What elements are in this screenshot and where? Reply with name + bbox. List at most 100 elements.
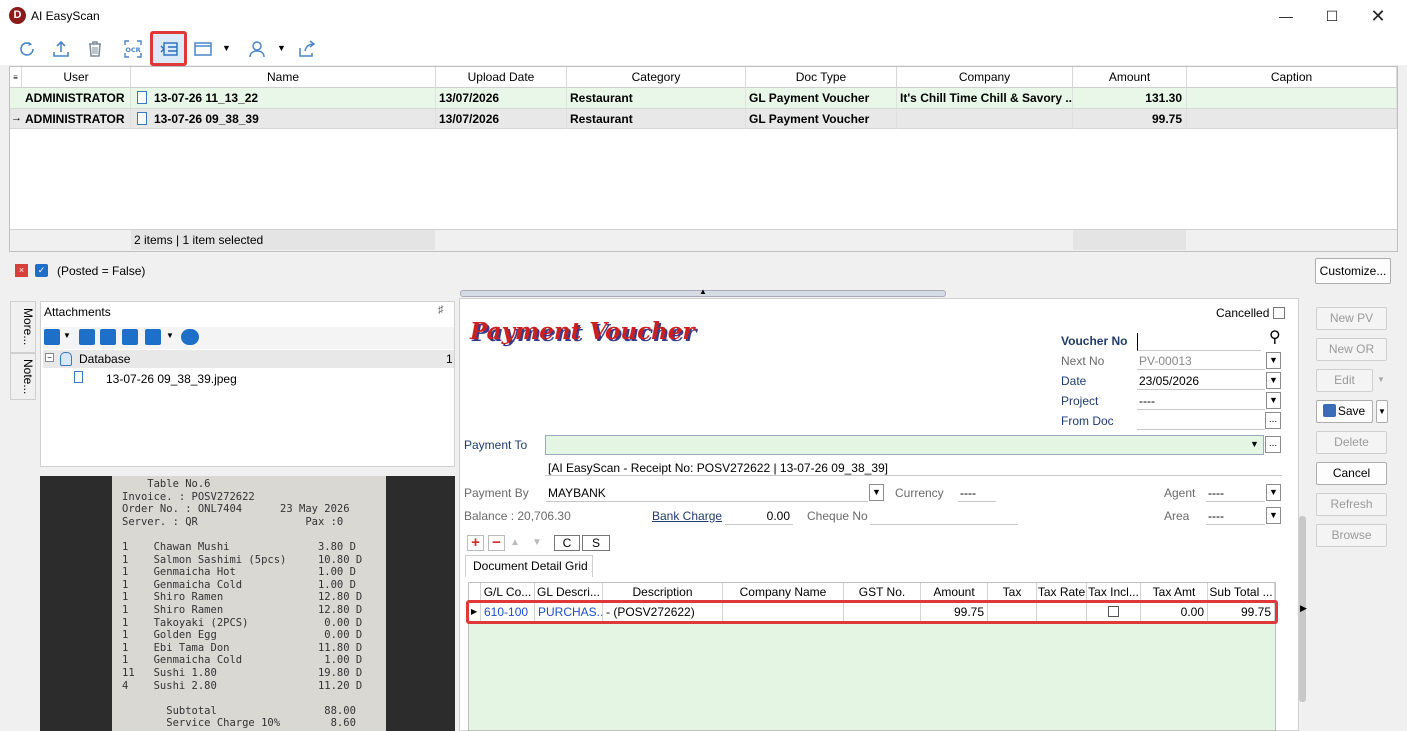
table-row[interactable]: ADMINISTRATOR 13-07-26 11_13_22 13/07/20…: [10, 88, 1397, 108]
next-no-dropdown-icon[interactable]: ▼: [1266, 352, 1281, 369]
description-field[interactable]: [AI EasyScan - Receipt No: POSV272622 | …: [545, 456, 1282, 476]
close-button[interactable]: ✕: [1355, 0, 1401, 32]
window-icon[interactable]: [190, 37, 216, 61]
tab-document-detail-grid[interactable]: Document Detail Grid: [465, 555, 593, 577]
agent-select[interactable]: ----: [1206, 484, 1265, 502]
user-dropdown-icon[interactable]: ▼: [277, 43, 286, 53]
search-icon[interactable]: ⚲: [1269, 327, 1281, 347]
col-upload-date[interactable]: Upload Date: [436, 67, 567, 88]
trash-icon[interactable]: [79, 329, 95, 345]
agent-label: Agent: [1164, 486, 1196, 500]
col-name[interactable]: Name: [131, 67, 436, 88]
payment-to-dropdown-icon[interactable]: ▼: [1250, 439, 1259, 449]
date-label: Date: [1061, 374, 1087, 388]
share-icon[interactable]: [294, 37, 320, 61]
voucher-no-input[interactable]: [1137, 333, 1261, 351]
new-pv-button[interactable]: New PV: [1316, 307, 1387, 330]
link-icon[interactable]: [44, 329, 60, 345]
col-doc-type[interactable]: Doc Type: [746, 67, 897, 88]
user-icon[interactable]: [244, 37, 270, 61]
col-company[interactable]: Company: [897, 67, 1073, 88]
agent-dropdown-icon[interactable]: ▼: [1266, 484, 1281, 501]
save-dropdown-button[interactable]: ▼: [1376, 400, 1388, 423]
attachment-file[interactable]: 13-07-26 09_38_39.jpeg: [106, 372, 237, 386]
amount-summary: [1073, 230, 1186, 250]
bank-charge-link[interactable]: Bank Charge: [652, 509, 722, 523]
grid-menu-icon[interactable]: ≡: [10, 67, 22, 88]
payment-by-select[interactable]: MAYBANK: [546, 484, 868, 502]
from-doc-input[interactable]: [1137, 412, 1265, 430]
upload-icon[interactable]: [48, 37, 74, 61]
col-caption[interactable]: Caption: [1187, 67, 1397, 88]
move-down-icon[interactable]: ▼: [532, 537, 542, 548]
col-user[interactable]: User: [22, 67, 131, 88]
view-icon[interactable]: [122, 329, 138, 345]
collapse-tree-icon[interactable]: −: [45, 353, 54, 362]
date-input[interactable]: 23/05/2026: [1137, 372, 1265, 390]
edit-dropdown-icon[interactable]: ▼: [1377, 375, 1385, 384]
payment-to-browse-button[interactable]: ...: [1265, 436, 1281, 453]
clear-filter-icon[interactable]: ×: [15, 264, 28, 277]
filter-enabled-checkbox[interactable]: ✓: [35, 264, 48, 277]
browse-button[interactable]: Browse: [1316, 524, 1387, 547]
cell-company: [897, 109, 1073, 129]
cell-doctype: GL Payment Voucher: [746, 109, 897, 129]
cell-category: Restaurant: [567, 88, 746, 108]
cheque-no-input[interactable]: [870, 507, 1018, 525]
window-dropdown-icon[interactable]: ▼: [222, 43, 231, 53]
attachments-panel: Attachments ♯ ▼ ▼ − Database 1 13-07-26 …: [40, 301, 455, 467]
remove-row-button[interactable]: −: [488, 535, 505, 551]
new-or-button[interactable]: New OR: [1316, 338, 1387, 361]
pin-icon[interactable]: ♯: [438, 304, 444, 316]
payment-to-input[interactable]: [545, 435, 1264, 455]
layout-toggle-button[interactable]: [150, 31, 187, 66]
maximize-button[interactable]: ☐: [1309, 0, 1355, 32]
receipt-text: Table No.6 Invoice. : POSV272622 Order N…: [112, 476, 386, 731]
cancelled-checkbox[interactable]: [1273, 307, 1285, 319]
tab-notes[interactable]: Note...: [10, 353, 36, 400]
s-button[interactable]: S: [582, 535, 610, 551]
row-indicator-icon: →: [11, 112, 22, 124]
payment-by-dropdown-icon[interactable]: ▼: [869, 484, 884, 501]
link-dropdown-icon[interactable]: ▼: [63, 331, 71, 340]
delete-button[interactable]: Delete: [1316, 431, 1387, 454]
window-title: AI EasyScan: [31, 9, 100, 23]
expand-right-icon[interactable]: ▶: [1300, 603, 1307, 614]
add-row-button[interactable]: +: [467, 535, 484, 551]
attachments-title: Attachments: [44, 305, 111, 319]
area-dropdown-icon[interactable]: ▼: [1266, 507, 1281, 524]
col-category[interactable]: Category: [567, 67, 746, 88]
project-label: Project: [1061, 394, 1099, 408]
refresh-icon[interactable]: [14, 37, 40, 61]
move-up-icon[interactable]: ▲: [510, 537, 520, 548]
table-row-selected[interactable]: → ADMINISTRATOR 13-07-26 09_38_39 13/07/…: [10, 108, 1397, 129]
project-dropdown-icon[interactable]: ▼: [1266, 392, 1281, 409]
project-select[interactable]: ----: [1137, 392, 1265, 410]
form-title: Payment Voucher: [470, 318, 695, 345]
ocr-icon[interactable]: OCR: [120, 37, 146, 61]
col-amount[interactable]: Amount: [1073, 67, 1187, 88]
save-icon[interactable]: [145, 329, 161, 345]
from-doc-browse-button[interactable]: ...: [1265, 412, 1281, 429]
area-select[interactable]: ----: [1206, 507, 1265, 525]
cancel-button[interactable]: Cancel: [1316, 462, 1387, 485]
edit-icon[interactable]: [100, 329, 116, 345]
delete-icon[interactable]: [82, 37, 108, 61]
save-dropdown-icon[interactable]: ▼: [166, 331, 174, 340]
title-bar: [0, 0, 1407, 32]
app-logo: D: [9, 7, 26, 24]
balance-text: Balance : 20,706.30: [464, 509, 571, 523]
file-icon: [74, 371, 83, 383]
bank-charge-input[interactable]: 0.00: [725, 507, 793, 525]
date-dropdown-icon[interactable]: ▼: [1266, 372, 1281, 389]
cell-user: ADMINISTRATOR: [22, 109, 131, 129]
collapse-icon[interactable]: ▲: [699, 287, 707, 296]
currency-field[interactable]: ----: [958, 484, 996, 502]
customize-button[interactable]: Customize...: [1315, 258, 1391, 284]
minimize-button[interactable]: —: [1263, 0, 1309, 32]
cloud-upload-icon[interactable]: [181, 329, 199, 345]
c-button[interactable]: C: [554, 535, 580, 551]
edit-button[interactable]: Edit: [1316, 369, 1373, 392]
refresh-button[interactable]: Refresh: [1316, 493, 1387, 516]
tab-more[interactable]: More...: [10, 301, 36, 353]
